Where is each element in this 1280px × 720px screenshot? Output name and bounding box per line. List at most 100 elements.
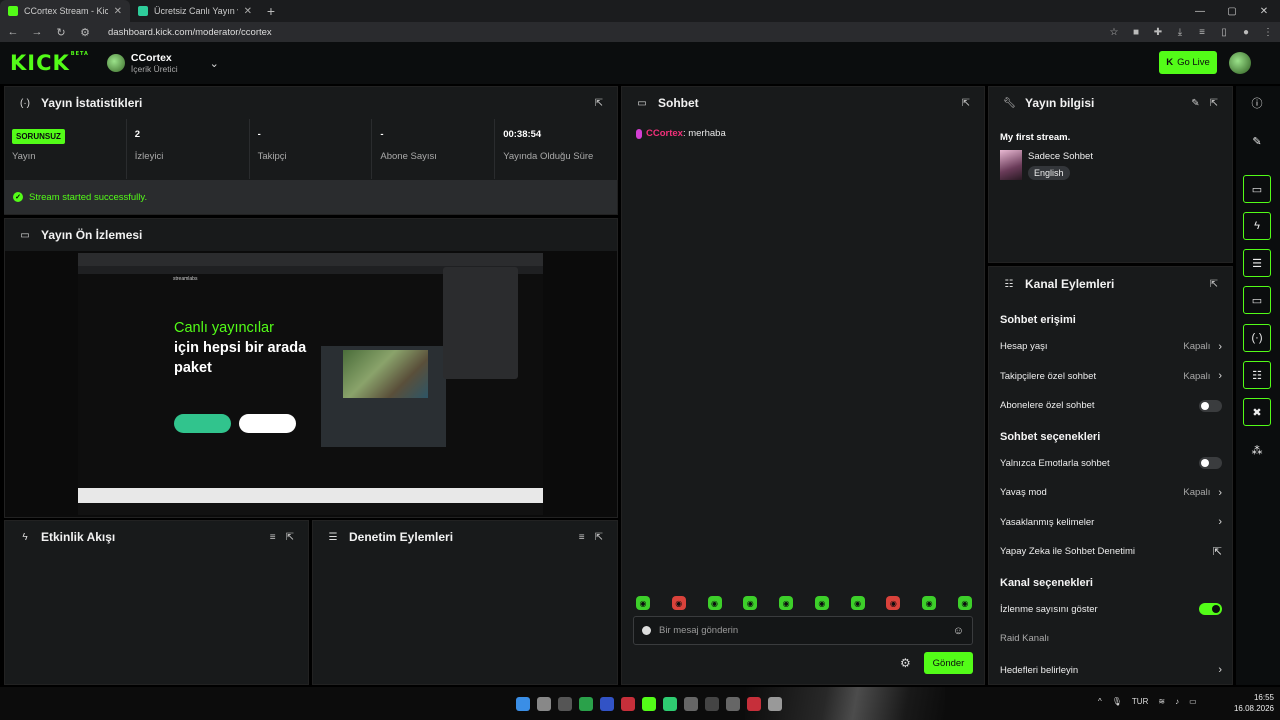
wifi-icon[interactable]: ≋	[1158, 697, 1165, 706]
stat-value: -	[380, 129, 384, 140]
chat-settings-gear-icon[interactable]: ⚙	[900, 656, 911, 670]
panel-title: Yayın İstatistikleri	[41, 96, 143, 110]
puzzle-icon[interactable]: ✚	[1152, 27, 1164, 38]
download-icon[interactable]: ⤓	[1174, 27, 1186, 38]
forward-icon[interactable]: →	[30, 26, 44, 38]
app-icon[interactable]	[747, 697, 761, 711]
split-icon[interactable]: ▯	[1218, 27, 1230, 38]
go-live-button[interactable]: K Go Live	[1159, 51, 1217, 74]
emote-only-toggle[interactable]	[1199, 457, 1222, 470]
tray-expand-icon[interactable]: ^	[1098, 697, 1102, 706]
subscribers-only-toggle[interactable]	[1199, 399, 1222, 412]
channel-actions-icon[interactable]: ☷	[1243, 361, 1271, 389]
emote-icon[interactable]: ◉	[707, 596, 722, 610]
broadcast-icon[interactable]: (·)	[1243, 324, 1271, 352]
emote-icon[interactable]: ◉	[922, 596, 937, 610]
emote-icon[interactable]: ◉	[636, 596, 650, 610]
filter-icon[interactable]: ≡	[270, 532, 276, 543]
row-ai-moderation[interactable]: Yapay Zeka ile Sohbet Denetimi ⇱	[990, 537, 1232, 567]
language-badge: English	[1028, 166, 1070, 180]
browser-tab-streamlabs[interactable]: Ücretsiz Canlı Yayın ve Kayıt Ya ✕	[130, 0, 260, 22]
chat-username[interactable]: CCortex	[646, 128, 683, 139]
popout-icon[interactable]: ⇱	[1210, 98, 1218, 109]
popout-icon[interactable]: ⇱	[595, 532, 603, 543]
edit-pencil-icon[interactable]: ✎	[1191, 98, 1199, 109]
chat-input[interactable]: Bir mesaj gönderin ☺	[633, 616, 973, 645]
menu-icon[interactable]: ⋮	[1262, 27, 1274, 38]
kick-app-icon[interactable]	[642, 697, 656, 711]
edit-pencil-icon[interactable]: ✎	[1243, 127, 1271, 155]
system-clock[interactable]: 16:55 16.08.2026	[1224, 692, 1274, 714]
url-field[interactable]: dashboard.kick.com/moderator/ccortex	[108, 27, 1098, 38]
site-info-icon[interactable]: ⚙	[78, 26, 92, 39]
chat-badge-icon[interactable]	[642, 626, 651, 635]
emote-icon[interactable]: ◉	[671, 596, 686, 610]
media-icon[interactable]: ≡	[1196, 27, 1208, 38]
wrench-icon[interactable]: ✖	[1243, 398, 1271, 426]
row-set-goals[interactable]: Hedefleri belirleyin ›	[990, 654, 1232, 676]
task-view-icon[interactable]	[558, 697, 572, 711]
close-window-icon[interactable]: ✕	[1248, 0, 1280, 22]
minimize-icon[interactable]: —	[1184, 0, 1216, 22]
browser-tab-kick[interactable]: CCortex Stream - Kick ✕	[0, 0, 130, 22]
kick-logo[interactable]: KICKBETA	[10, 51, 89, 75]
emote-icon[interactable]: ◉	[886, 596, 901, 610]
app-icon[interactable]	[684, 697, 698, 711]
app-icon[interactable]	[600, 697, 614, 711]
preview-obs-window	[321, 346, 446, 447]
battery-icon[interactable]: ▭	[1189, 697, 1197, 706]
row-banned-words[interactable]: Yasaklanmış kelimeler ›	[990, 508, 1232, 538]
app-icon[interactable]	[705, 697, 719, 711]
moderation-panel: ☰ Denetim Eylemleri ≡ ⇱	[312, 520, 618, 685]
row-label: Yasaklanmış kelimeler	[1000, 516, 1095, 528]
emote-icon[interactable]: ◉	[814, 596, 829, 610]
stream-preview[interactable]: streamlabs Canlı yayıncılar için hepsi b…	[78, 253, 543, 503]
microphone-icon[interactable]: 🎙︎	[1112, 697, 1122, 706]
chevron-down-icon[interactable]: ⌄	[210, 57, 219, 70]
row-account-age[interactable]: Hesap yaşı Kapalı ›	[990, 332, 1232, 362]
popout-icon[interactable]: ⇱	[962, 98, 970, 109]
emote-icon[interactable]: ◉	[850, 596, 865, 610]
close-tab-icon[interactable]: ✕	[114, 6, 122, 17]
show-viewcount-toggle[interactable]	[1199, 603, 1222, 616]
profile-icon[interactable]: ●	[1240, 27, 1252, 38]
popout-icon[interactable]: ⇱	[1210, 279, 1218, 290]
chat-bubble-icon[interactable]: ▭	[1243, 286, 1271, 314]
app-icon[interactable]	[621, 697, 635, 711]
app-icon[interactable]	[726, 697, 740, 711]
list-icon[interactable]: ☰	[1243, 249, 1271, 277]
app-icon[interactable]	[768, 697, 782, 711]
info-icon[interactable]: ⓘ	[1243, 89, 1271, 117]
close-tab-icon[interactable]: ✕	[244, 6, 252, 17]
keyboard-language[interactable]: TUR	[1132, 697, 1148, 706]
user-avatar[interactable]	[1229, 52, 1251, 74]
volume-icon[interactable]: ♪	[1175, 697, 1179, 706]
row-raid-channel[interactable]: Raid Kanalı	[990, 624, 1232, 654]
emoji-icon[interactable]: ☺	[953, 625, 964, 637]
filter-icon[interactable]: ≡	[579, 532, 585, 543]
extension-icon[interactable]: ■	[1130, 27, 1142, 38]
spotify-icon[interactable]	[663, 697, 677, 711]
channel-switcher[interactable]: CCortex İçerik Üretici ⌄	[106, 52, 219, 74]
app-icon[interactable]	[579, 697, 593, 711]
emote-icon[interactable]: ◉	[957, 596, 972, 610]
more-widgets-icon[interactable]: ⁂	[1243, 436, 1271, 464]
lightning-icon[interactable]: ϟ	[1243, 212, 1271, 240]
windows-start-icon[interactable]	[516, 697, 530, 711]
back-icon[interactable]: ←	[6, 26, 20, 38]
row-followers-only[interactable]: Takipçilere özel sohbet Kapalı ›	[990, 362, 1232, 392]
stat-label: Takipçi	[257, 151, 287, 162]
bookmark-star-icon[interactable]: ☆	[1108, 27, 1120, 38]
emote-icon[interactable]: ◉	[779, 596, 794, 610]
maximize-icon[interactable]: ▢	[1216, 0, 1248, 22]
emote-icon[interactable]: ◉	[743, 596, 758, 610]
row-slow-mode[interactable]: Yavaş mod Kapalı ›	[990, 478, 1232, 508]
send-button[interactable]: Gönder	[924, 652, 973, 674]
popout-icon[interactable]: ⇱	[595, 98, 603, 109]
popout-icon[interactable]: ⇱	[286, 532, 294, 543]
tab-title: CCortex Stream - Kick	[24, 6, 108, 16]
preview-layout-icon[interactable]: ▭	[1243, 175, 1271, 203]
reload-icon[interactable]: ↻	[54, 26, 68, 39]
new-tab-button[interactable]: +	[260, 0, 282, 22]
search-icon[interactable]	[537, 697, 551, 711]
